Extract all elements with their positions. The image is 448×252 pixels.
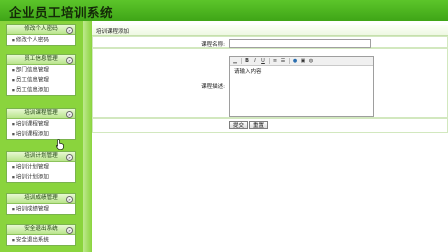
toolbar-separator [241,58,242,64]
editor-toolbar: ▁ B I U ≡ ☰ ● ▣ ◍ [230,57,373,66]
sidebar-section-plan: 培训计划管理 » ■培训计划管理 ■培训计划添加 [6,151,76,183]
submit-button[interactable]: 提交 [229,121,249,129]
editor-content: 请输入内容 [234,69,262,75]
unordered-list-icon[interactable]: ☰ [280,58,286,64]
app-title: 企业员工培训系统 [9,5,114,20]
bullet-icon: ■ [12,88,15,92]
toolbar-separator [269,58,270,64]
sidebar-item-course-add[interactable]: ■培训课程添加 [7,129,75,139]
sidebar-item-employee-manage[interactable]: ■员工信息管理 [7,75,75,85]
underline-button[interactable]: U [260,58,266,64]
section-header-score[interactable]: 培训成绩管理 » [7,194,75,204]
collapse-icon[interactable]: » [66,195,73,203]
sidebar-section-course: 培训课程管理 » ■培训课程管理 ■培训课程添加 [6,108,76,140]
sidebar-item-score-manage[interactable]: ■培训成绩管理 [7,204,75,214]
course-desc-label: 课程描述: [201,84,225,90]
bullet-icon: ■ [12,132,15,136]
section-header-password[interactable]: 修改个人密码 » [7,25,75,35]
italic-button[interactable]: I [252,58,258,64]
bullet-icon: ■ [12,238,15,242]
bullet-icon: ■ [12,78,15,82]
emoticon-icon[interactable]: ◍ [308,58,314,64]
form-header: 培训课程添加 [92,25,448,36]
collapse-icon[interactable]: » [66,226,73,234]
sidebar-section-logout: 安全退出系统 » ■安全退出系统 [6,224,76,246]
sidebar-item-plan-add[interactable]: ■培训计划添加 [7,172,75,182]
section-title: 安全退出系统 [24,226,58,232]
row-outline-buttons [92,117,448,133]
section-header-course[interactable]: 培训课程管理 » [7,109,75,119]
sidebar: 修改个人密码 » ■修改个人密码 员工信息管理 » ■部门信息管理 ■员工信息管… [0,21,83,252]
course-name-input[interactable] [229,39,371,48]
bullet-icon: ■ [12,175,15,179]
form-title: 培训课程添加 [96,29,130,35]
section-title: 修改个人密码 [24,26,58,32]
collapse-icon[interactable]: » [66,26,73,34]
sidebar-gutter [83,21,92,252]
bullet-icon: ■ [12,68,15,72]
bullet-icon: ■ [12,165,15,169]
collapse-icon[interactable]: » [66,110,73,118]
app-header: 企业员工培训系统 [0,0,448,21]
source-mode-icon[interactable]: ▁ [232,58,238,64]
section-title: 培训计划管理 [24,153,58,159]
sidebar-section-password: 修改个人密码 » ■修改个人密码 [6,24,76,46]
course-add-form: 培训课程添加 课程名称: 课程描述: ▁ B I U ≡ ☰ ● ▣ ◍ 请输入… [92,25,448,133]
bullet-icon: ■ [12,38,15,42]
mouse-pointer-icon [56,139,64,150]
sidebar-item-course-manage[interactable]: ■培训课程管理 [7,119,75,129]
collapse-icon[interactable]: » [66,56,73,64]
sidebar-section-score: 培训成绩管理 » ■培训成绩管理 [6,193,76,215]
ordered-list-icon[interactable]: ≡ [272,58,278,64]
course-desc-editor[interactable]: ▁ B I U ≡ ☰ ● ▣ ◍ 请输入内容 [229,56,374,117]
section-header-logout[interactable]: 安全退出系统 » [7,225,75,235]
section-title: 培训课程管理 [24,110,58,116]
section-title: 员工信息管理 [24,56,58,62]
toolbar-separator [289,58,290,64]
sidebar-item-employee-add[interactable]: ■员工信息添加 [7,85,75,95]
bullet-icon: ■ [12,122,15,126]
sidebar-item-department-manage[interactable]: ■部门信息管理 [7,65,75,75]
section-title: 培训成绩管理 [24,195,58,201]
image-icon[interactable]: ▣ [300,58,306,64]
reset-button[interactable]: 重置 [249,121,269,129]
sidebar-item-logout[interactable]: ■安全退出系统 [7,235,75,245]
sidebar-item-change-password[interactable]: ■修改个人密码 [7,35,75,45]
sidebar-item-plan-manage[interactable]: ■培训计划管理 [7,162,75,172]
bullet-icon: ■ [12,207,15,211]
section-header-plan[interactable]: 培训计划管理 » [7,152,75,162]
collapse-icon[interactable]: » [66,153,73,161]
bold-button[interactable]: B [244,58,250,64]
course-name-label: 课程名称: [201,42,225,48]
link-icon[interactable]: ● [292,58,298,64]
section-header-employee[interactable]: 员工信息管理 » [7,55,75,65]
sidebar-section-employee: 员工信息管理 » ■部门信息管理 ■员工信息管理 ■员工信息添加 [6,54,76,96]
